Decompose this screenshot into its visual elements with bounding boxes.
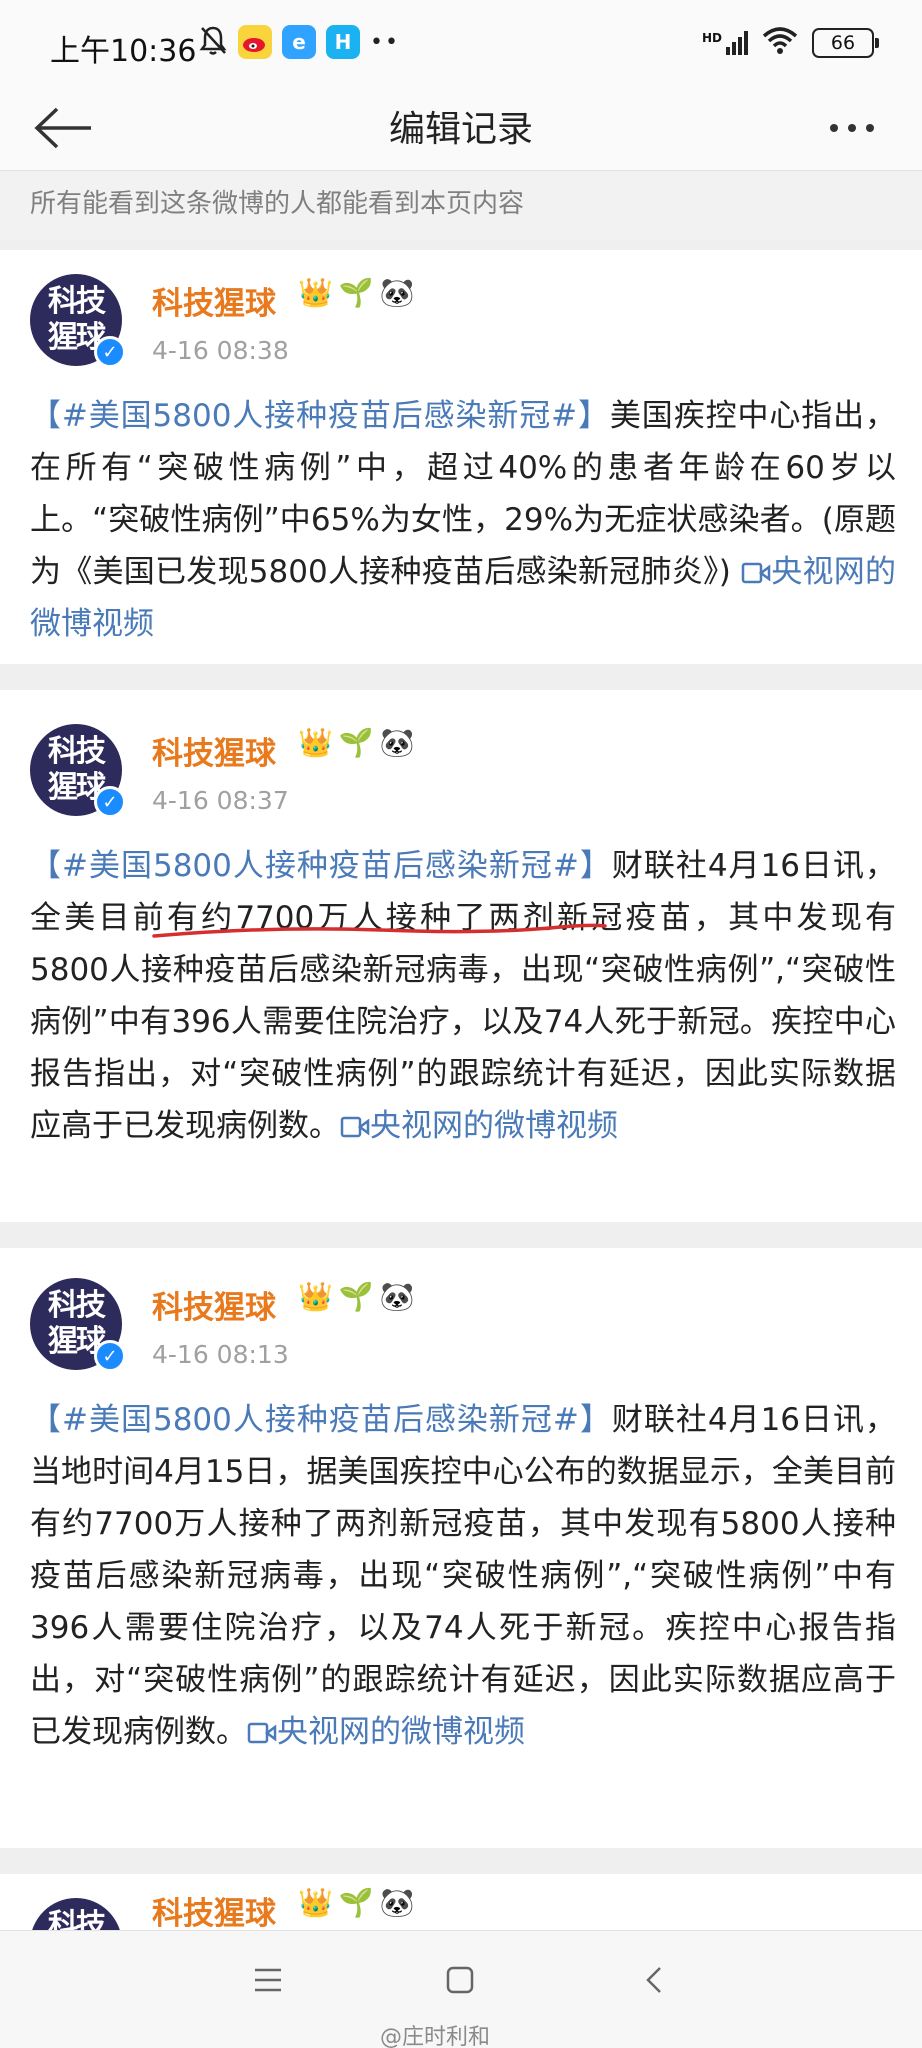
- username[interactable]: 科技猩球: [152, 278, 276, 323]
- avatar[interactable]: 科技 猩球 ✓: [30, 1278, 126, 1372]
- user-badges: 👑 🌱 🐼: [298, 276, 415, 309]
- app-h-icon: H: [326, 25, 360, 59]
- post-time: 4-16 08:38: [152, 336, 289, 365]
- topic-link[interactable]: 【#美国5800人接种疫苗后感染新冠#】: [30, 1402, 612, 1438]
- more-notifications-icon: ••: [370, 29, 400, 55]
- avatar[interactable]: 科技 猩球 ✓: [30, 274, 126, 368]
- plant-icon: 🌱: [338, 726, 374, 759]
- post-time: 4-16 08:13: [152, 1340, 289, 1369]
- page-title: 编辑记录: [388, 109, 533, 150]
- signal-icon: HD: [702, 31, 748, 55]
- menu-icon: [255, 1968, 281, 1992]
- username[interactable]: 科技猩球: [152, 1282, 276, 1327]
- video-icon: [340, 1116, 370, 1138]
- system-navigation-bar: @庄时利和: [0, 1930, 922, 2048]
- post-time: 4-16 08:37: [152, 786, 289, 815]
- home-button[interactable]: [430, 1955, 490, 2005]
- notification-icons: e H ••: [198, 24, 400, 60]
- post-text: 【#美国5800人接种疫苗后感染新冠#】美国疾控中心指出，在所有“突破性病例”中…: [30, 390, 896, 650]
- crown-icon: 👑: [298, 1886, 333, 1919]
- browser-icon: e: [282, 25, 316, 59]
- username[interactable]: 科技猩球: [152, 1888, 276, 1930]
- edit-record-item: 科技猩球 科技猩球 👑🌱🐼: [0, 1874, 922, 1930]
- video-link[interactable]: 央视网的微博视频: [247, 1714, 525, 1750]
- verified-icon: ✓: [94, 336, 126, 368]
- user-badges: 👑 🌱 🐼: [298, 1886, 415, 1919]
- back-button[interactable]: [30, 100, 96, 156]
- verified-icon: ✓: [94, 786, 126, 818]
- watermark: @庄时利和: [380, 2025, 491, 2048]
- panda-icon: 🐼: [379, 276, 415, 309]
- home-icon: [446, 1966, 474, 1994]
- nav-bar: 编辑记录: [0, 86, 922, 170]
- system-back-button[interactable]: [624, 1955, 684, 2005]
- video-link[interactable]: 央视网的微博视频: [340, 1108, 618, 1144]
- edit-record-item: 科技 猩球 ✓ 科技猩球 👑 🌱 🐼 4-16 08:13 【#美国5800人接种疫苗…: [0, 1248, 922, 1848]
- battery-level: 66: [830, 32, 856, 54]
- crown-icon: 👑: [298, 726, 333, 759]
- status-bar: 上午10:36 e H •• HD 66: [0, 0, 922, 86]
- avatar[interactable]: 科技 猩球 ✓: [30, 724, 126, 818]
- menu-button[interactable]: [238, 1955, 298, 2005]
- avatar[interactable]: 科技猩球: [30, 1898, 122, 1930]
- post-body: 财联社4月16日讯，全美目前有约7700万人接种了两剂新冠疫苗，其中发现有580…: [30, 848, 897, 1144]
- plant-icon: 🌱: [338, 1280, 374, 1313]
- post-text: 【#美国5800人接种疫苗后感染新冠#】财联社4月16日讯，全美目前有约7700…: [30, 840, 896, 1152]
- battery-icon: 66: [812, 28, 879, 58]
- avatar-text: 科技猩球: [48, 1908, 106, 1930]
- more-button[interactable]: [812, 100, 892, 156]
- plant-icon: 🌱: [338, 1886, 374, 1919]
- back-arrow-icon: [34, 107, 91, 149]
- verified-icon: ✓: [94, 1340, 126, 1372]
- crown-icon: 👑: [298, 1280, 333, 1313]
- edit-record-item: 科技 猩球 ✓ 科技猩球 👑 🌱 🐼 4-16 08:38 【#美国5800人接种疫苗…: [0, 250, 922, 664]
- panda-icon: 🐼: [379, 726, 415, 759]
- panda-icon: 🐼: [379, 1886, 415, 1919]
- plant-icon: 🌱: [338, 276, 374, 309]
- user-badges: 👑 🌱 🐼: [298, 1280, 415, 1313]
- post-body: 财联社4月16日讯，当地时间4月15日，据美国疾控中心公布的数据显示，全美目前有…: [30, 1402, 897, 1750]
- edit-record-item: 科技 猩球 ✓ 科技猩球 👑 🌱 🐼 4-16 08:37 【#美国5800人接种疫苗…: [0, 690, 922, 1222]
- topic-link[interactable]: 【#美国5800人接种疫苗后感染新冠#】: [30, 398, 610, 434]
- more-icon: [830, 124, 838, 132]
- back-icon: [646, 1967, 661, 1993]
- visibility-notice: 所有能看到这条微博的人都能看到本页内容: [0, 170, 922, 240]
- signal-label: HD: [701, 31, 722, 45]
- system-status-icons: HD 66: [702, 26, 879, 60]
- topic-link[interactable]: 【#美国5800人接种疫苗后感染新冠#】: [30, 848, 612, 884]
- panda-icon: 🐼: [379, 1280, 415, 1313]
- video-icon: [741, 562, 771, 584]
- user-badges: 👑 🌱 🐼: [298, 726, 415, 759]
- username[interactable]: 科技猩球: [152, 728, 276, 773]
- post-text: 【#美国5800人接种疫苗后感染新冠#】财联社4月16日讯，当地时间4月15日，…: [30, 1394, 896, 1758]
- video-link-label: 央视网的微博视频: [277, 1714, 525, 1750]
- video-link-label: 央视网的微博视频: [370, 1108, 618, 1144]
- weibo-icon: [238, 25, 272, 59]
- video-icon: [247, 1722, 277, 1744]
- status-time: 上午10:36: [50, 34, 197, 69]
- mute-bell-icon: [198, 24, 228, 60]
- wifi-icon: [762, 26, 798, 60]
- crown-icon: 👑: [298, 276, 333, 309]
